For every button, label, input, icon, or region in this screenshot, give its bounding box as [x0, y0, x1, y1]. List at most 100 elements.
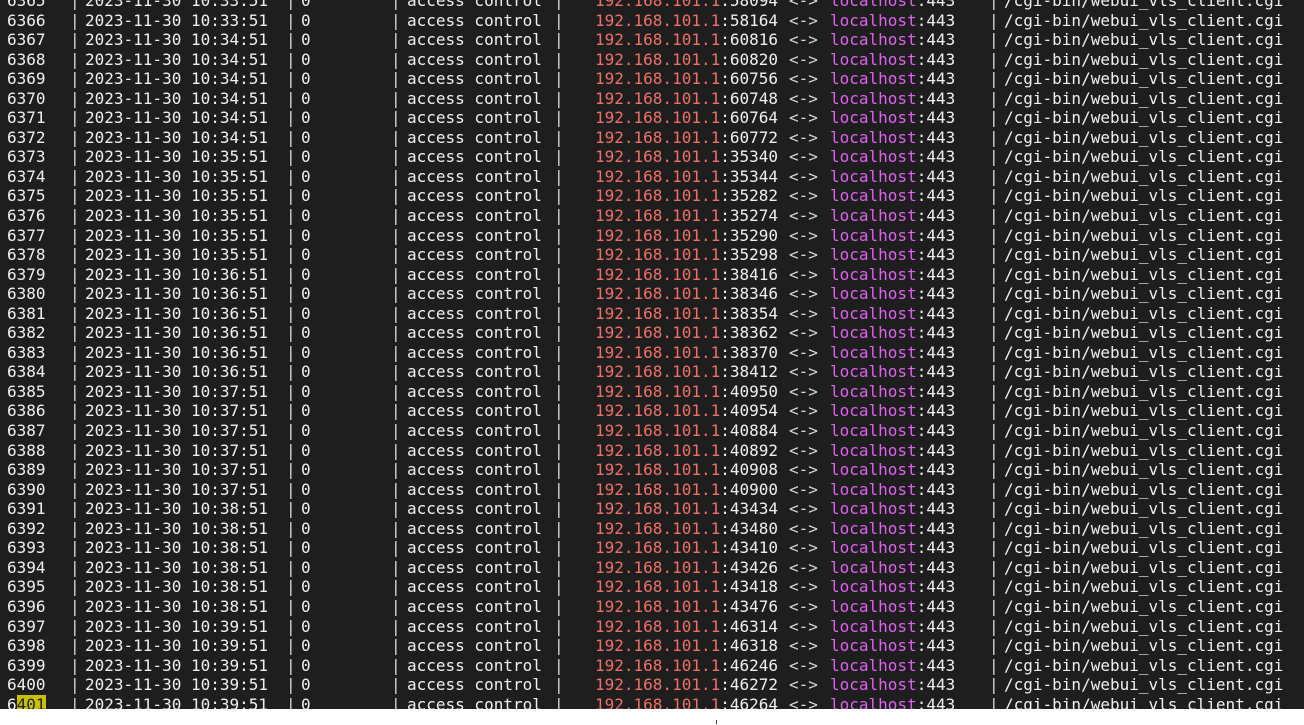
- log-row-id: 6391: [7, 499, 46, 519]
- log-row-level: 0: [301, 323, 311, 343]
- source-port: 40900: [729, 479, 779, 499]
- column-separator: |: [554, 245, 564, 265]
- log-row-timestamp: 2023-11-30 10:33:51: [85, 0, 269, 10]
- dest-host: localhost: [830, 166, 917, 186]
- column-separator: |: [554, 166, 564, 186]
- log-row-level: 0: [301, 69, 311, 89]
- column-separator: |: [286, 499, 296, 519]
- log-row-type: access control: [407, 381, 542, 401]
- log-row-id: 6399: [7, 655, 46, 675]
- column-separator: |: [391, 655, 401, 675]
- port-colon: :: [916, 69, 927, 89]
- port-colon: :: [916, 538, 927, 558]
- column-separator: |: [989, 636, 999, 656]
- column-separator: |: [70, 127, 80, 147]
- dest-host: localhost: [830, 362, 917, 382]
- column-separator: |: [391, 538, 401, 558]
- column-separator: |: [554, 479, 564, 499]
- column-separator: |: [391, 127, 401, 147]
- port-colon: :: [720, 401, 730, 421]
- log-row-type: access control: [407, 245, 542, 265]
- dest-host: localhost: [830, 264, 917, 284]
- log-row-destination: localhost:443: [830, 323, 955, 343]
- column-separator: |: [554, 225, 564, 245]
- column-separator: |: [554, 577, 564, 597]
- column-separator: |: [391, 264, 401, 284]
- column-separator: |: [391, 460, 401, 480]
- port-colon: :: [720, 49, 730, 69]
- log-row-path: /cgi-bin/webui_vls_client.cgi: [1004, 577, 1284, 597]
- source-port: 46318: [729, 636, 779, 656]
- column-separator: |: [989, 401, 999, 421]
- log-row-path: /cgi-bin/webui_vls_client.cgi: [1004, 69, 1284, 89]
- log-row-path: /cgi-bin/webui_vls_client.cgi: [1004, 421, 1284, 441]
- log-row-timestamp: 2023-11-30 10:36:51: [85, 284, 269, 304]
- log-row: 6370 | | | | | 2023-11-30 10:34:51 0 access cont…: [0, 89, 1304, 109]
- column-separator: |: [989, 245, 999, 265]
- dest-host: localhost: [830, 381, 917, 401]
- log-row-timestamp: 2023-11-30 10:34:51: [85, 88, 269, 108]
- log-row-level: 0: [301, 0, 311, 10]
- source-port: 40908: [729, 460, 779, 480]
- port-colon: :: [720, 675, 730, 695]
- log-row: 6380 | | | | | 2023-11-30 10:36:51 0 access cont…: [0, 284, 1304, 304]
- log-row: 6365 | | | | | 2023-11-30 10:33:51 0 access cont…: [0, 0, 1304, 11]
- column-separator: |: [286, 30, 296, 50]
- log-row-type: access control: [407, 401, 542, 421]
- port-colon: :: [916, 596, 927, 616]
- column-separator: |: [286, 440, 296, 460]
- source-port: 43434: [729, 499, 779, 519]
- log-row-timestamp: 2023-11-30 10:35:51: [85, 186, 269, 206]
- port-colon: :: [916, 675, 927, 695]
- log-row-destination: localhost:443: [830, 69, 955, 89]
- log-row-id: 6380: [7, 284, 46, 304]
- port-colon: :: [720, 616, 730, 636]
- log-row-source: 192.168.101.1:35298: [595, 245, 778, 265]
- column-separator: |: [70, 421, 80, 441]
- column-separator: |: [391, 88, 401, 108]
- column-separator: |: [70, 264, 80, 284]
- log-row-path: /cgi-bin/webui_vls_client.cgi: [1004, 245, 1284, 265]
- port-colon: :: [916, 479, 927, 499]
- log-row-path: /cgi-bin/webui_vls_client.cgi: [1004, 186, 1284, 206]
- source-port: 35298: [729, 245, 779, 265]
- log-row-id: 6382: [7, 323, 46, 343]
- log-row-id: 6400: [7, 675, 46, 695]
- log-row-source: 192.168.101.1:35340: [595, 147, 778, 167]
- log-row-level: 0: [301, 616, 311, 636]
- source-ip: 192.168.101.1: [595, 342, 721, 362]
- source-ip: 192.168.101.1: [595, 108, 721, 128]
- log-row-timestamp: 2023-11-30 10:35:51: [85, 225, 269, 245]
- log-row-destination: localhost:443: [830, 421, 955, 441]
- column-separator: |: [391, 30, 401, 50]
- log-row-timestamp: 2023-11-30 10:38:51: [85, 499, 269, 519]
- dest-port: 443: [926, 264, 956, 284]
- connection-arrow: <->: [789, 479, 818, 499]
- dest-host: localhost: [830, 88, 917, 108]
- column-separator: |: [989, 10, 999, 30]
- log-row-timestamp: 2023-11-30 10:39:51: [85, 694, 269, 709]
- port-colon: :: [720, 245, 730, 265]
- log-row-type: access control: [407, 127, 542, 147]
- log-row-destination: localhost:443: [830, 343, 955, 363]
- log-row-level: 0: [301, 186, 311, 206]
- log-row-id: 6389: [7, 460, 46, 480]
- terminal-window[interactable]: 6365 | | | | | 2023-11-30 10:33:51 0 access cont…: [0, 0, 1304, 709]
- source-ip: 192.168.101.1: [595, 88, 721, 108]
- source-port: 43480: [729, 518, 779, 538]
- connection-arrow: <->: [789, 675, 818, 695]
- source-ip: 192.168.101.1: [595, 675, 721, 695]
- log-row-source: 192.168.101.1:38362: [595, 323, 778, 343]
- dest-port: 443: [926, 479, 956, 499]
- log-row-type: access control: [407, 186, 542, 206]
- port-colon: :: [720, 694, 730, 709]
- column-separator: |: [554, 596, 564, 616]
- dest-port: 443: [926, 147, 956, 167]
- log-row-source: 192.168.101.1:60756: [595, 69, 778, 89]
- log-row-destination: localhost:443: [830, 11, 955, 31]
- log-row: 6377 | | | | | 2023-11-30 10:35:51 0 access cont…: [0, 226, 1304, 246]
- port-colon: :: [916, 518, 927, 538]
- column-separator: |: [286, 479, 296, 499]
- log-row-destination: localhost:443: [830, 597, 955, 617]
- port-colon: :: [720, 10, 730, 30]
